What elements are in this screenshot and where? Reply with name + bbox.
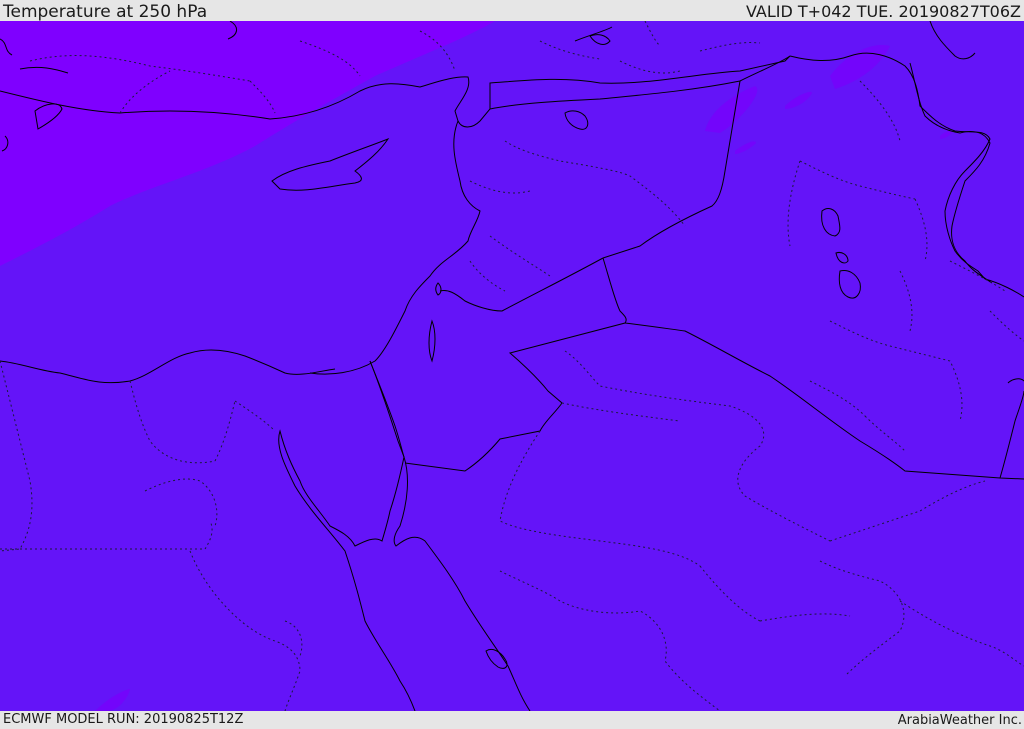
- credit-label: ArabiaWeather Inc.: [897, 713, 1022, 728]
- map-title: Temperature at 250 hPa: [3, 2, 208, 22]
- valid-time: VALID T+042 TUE. 20190827T06Z: [745, 2, 1021, 21]
- weather-map[interactable]: [0, 21, 1024, 711]
- model-run-label: ECMWF MODEL RUN: 20190825T12Z: [3, 712, 244, 727]
